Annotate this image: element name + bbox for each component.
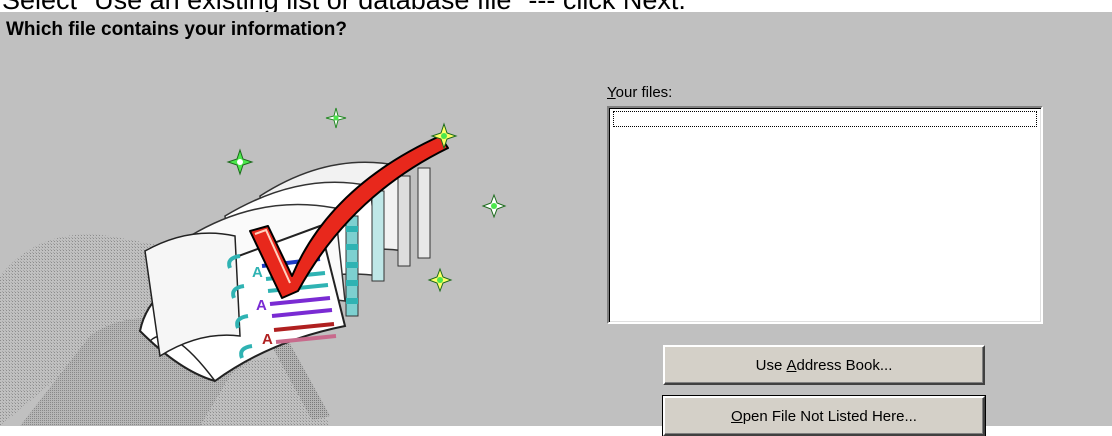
svg-text:A: A [262,331,273,348]
button-label-suffix: ddress Book... [796,356,893,374]
sparkle-icon [325,107,347,129]
listbox-focus-row[interactable] [613,111,1037,127]
files-listbox[interactable] [607,106,1043,324]
sparkle-icon [427,267,453,293]
svg-text:A: A [252,264,263,281]
mail-merge-wizard-panel: Which file contains your information? A … [0,12,1112,436]
files-label: Your files: [607,84,672,101]
button-label-accel: O [731,407,743,425]
button-label-accel: A [786,356,797,374]
address-book-illustration: A A A [0,107,507,426]
sparkle-icon [481,193,507,219]
svg-text:A: A [256,297,267,314]
button-label-prefix: Use [755,356,787,374]
files-label-accel: Y [607,84,616,101]
files-label-text: our files: [615,84,673,101]
page-title: Which file contains your information? [6,19,347,40]
button-label-suffix: pen File Not Listed Here... [742,407,917,425]
open-file-not-listed-button[interactable]: Open File Not Listed Here... [662,395,986,436]
sparkle-icon [226,148,254,176]
use-address-book-button[interactable]: Use Address Book... [663,345,985,385]
